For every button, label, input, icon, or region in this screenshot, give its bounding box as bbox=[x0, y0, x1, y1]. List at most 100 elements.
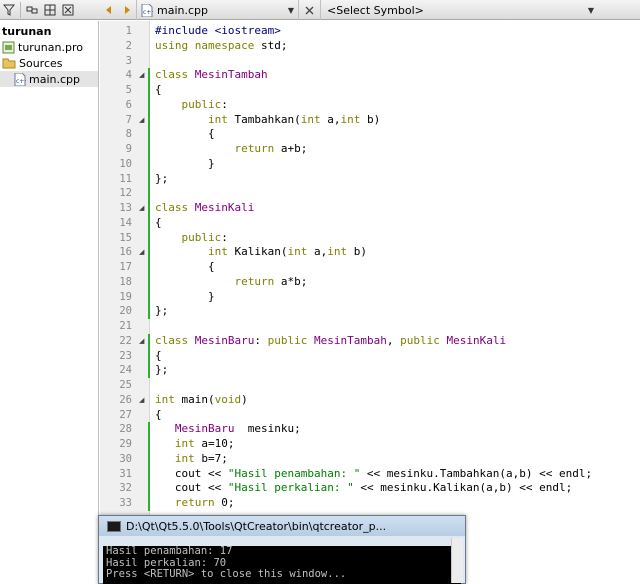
code-line[interactable]: 2 using namespace std; bbox=[0, 39, 640, 54]
code-line[interactable]: 33 return 0; bbox=[0, 496, 640, 511]
code-line[interactable]: 24}; bbox=[0, 363, 640, 378]
code-line[interactable]: 1 #include <iostream> bbox=[0, 24, 640, 39]
code-line[interactable]: 32 cout << "Hasil perkalian: " << mesink… bbox=[0, 481, 640, 496]
open-documents-combo[interactable]: c++ main.cpp ▼ bbox=[136, 0, 298, 20]
line-number: 9 bbox=[125, 143, 132, 155]
code-line[interactable]: 30 int b=7; bbox=[0, 451, 640, 467]
forward-arrow-icon[interactable] bbox=[118, 0, 136, 20]
link-with-editor-icon[interactable] bbox=[25, 3, 39, 17]
line-number: 25 bbox=[119, 379, 132, 391]
code-line[interactable]: 15 public: bbox=[0, 230, 640, 246]
line-number: 18 bbox=[119, 275, 132, 288]
line-number: 1 bbox=[125, 25, 132, 37]
code-line[interactable]: 13 ◢ class MesinKali bbox=[0, 201, 640, 216]
line-number: 10 bbox=[119, 157, 132, 170]
code-line[interactable]: 25 bbox=[0, 378, 640, 393]
fold-marker-icon[interactable]: ◢ bbox=[139, 68, 147, 83]
console-scrollbar[interactable] bbox=[451, 538, 463, 583]
code-text: using namespace std; bbox=[155, 38, 288, 52]
change-marker bbox=[148, 274, 150, 290]
code-line[interactable]: 14 { bbox=[0, 215, 640, 231]
code-line[interactable]: 17 { bbox=[0, 260, 640, 275]
code-line[interactable]: 12 bbox=[0, 186, 640, 201]
code-text: }; bbox=[155, 304, 169, 318]
code-line[interactable]: 28 MesinBaru mesinku; bbox=[0, 422, 640, 437]
symbol-combo[interactable]: <Select Symbol> ▼ bbox=[320, 0, 598, 20]
code-line[interactable]: 19 } bbox=[0, 289, 640, 305]
line-number: 11 bbox=[119, 172, 132, 185]
code-line[interactable]: 3 bbox=[0, 54, 640, 69]
line-number: 6 bbox=[125, 98, 132, 111]
change-marker bbox=[148, 186, 150, 201]
change-marker bbox=[148, 112, 150, 128]
change-marker bbox=[148, 348, 150, 364]
code-text: } bbox=[155, 289, 215, 303]
svg-text:c++: c++ bbox=[143, 9, 153, 16]
line-number: 23 bbox=[119, 349, 132, 362]
line-number: 27 bbox=[119, 408, 132, 421]
line-number: 24 bbox=[119, 364, 132, 377]
code-text: return a+b; bbox=[234, 142, 308, 155]
fold-marker-icon[interactable]: ◢ bbox=[139, 113, 147, 128]
console-title-bar[interactable]: D:\Qt\Qt5.5.0\Tools\QtCreator\bin\qtcrea… bbox=[99, 516, 465, 536]
change-marker bbox=[148, 142, 150, 157]
close-document-button[interactable] bbox=[298, 0, 320, 20]
code-text: { bbox=[155, 348, 162, 362]
code-line[interactable]: 9 return a+b; bbox=[0, 142, 640, 157]
code-text: int a=10; bbox=[174, 437, 235, 450]
code-text: public: bbox=[181, 97, 228, 111]
code-line[interactable]: 10 } bbox=[0, 156, 640, 172]
code-line[interactable]: 20}; bbox=[0, 304, 640, 319]
change-marker bbox=[148, 68, 150, 83]
fold-marker-icon[interactable]: ◢ bbox=[139, 201, 147, 216]
filter-icon[interactable] bbox=[2, 3, 16, 17]
change-marker bbox=[148, 156, 150, 172]
split-icon[interactable] bbox=[43, 3, 57, 17]
code-line[interactable]: 26 ◢ int main(void) bbox=[0, 393, 640, 408]
code-line[interactable]: 21 bbox=[0, 319, 640, 334]
code-line[interactable]: 29 int a=10; bbox=[0, 437, 640, 452]
code-text: MesinBaru mesinku; bbox=[174, 422, 301, 436]
code-line[interactable]: 16 ◢ int Kalikan(int a,int b) bbox=[0, 245, 640, 260]
fold-marker-icon[interactable]: ◢ bbox=[139, 334, 147, 349]
code-line[interactable]: 23 { bbox=[0, 348, 640, 364]
code-text: cout << "Hasil penambahan: " << mesinku.… bbox=[155, 466, 593, 480]
change-marker bbox=[148, 289, 150, 305]
close-sidebar-icon[interactable] bbox=[61, 3, 75, 17]
line-number: 26 bbox=[119, 393, 132, 406]
change-marker bbox=[148, 201, 150, 216]
line-number: 31 bbox=[119, 467, 132, 480]
line-number: 30 bbox=[119, 452, 132, 465]
code-text: int main(void) bbox=[155, 392, 248, 406]
code-text: int Kalikan(int a,int b) bbox=[207, 245, 367, 259]
console-line: Hasil penambahan: 17 bbox=[106, 546, 233, 557]
editor-toolbar: c++ main.cpp ▼ <Select Symbol> ▼ bbox=[0, 0, 640, 20]
code-line[interactable]: 31 cout << "Hasil penambahan: " << mesin… bbox=[0, 466, 640, 482]
fold-marker-icon[interactable]: ◢ bbox=[139, 393, 147, 408]
code-text: int b=7; bbox=[174, 451, 228, 465]
fold-marker-icon[interactable]: ◢ bbox=[139, 245, 147, 260]
code-line[interactable]: 6 public: bbox=[0, 97, 640, 113]
code-text: { bbox=[155, 260, 215, 273]
code-text: return 0; bbox=[174, 496, 235, 509]
code-line[interactable]: 8 { bbox=[0, 127, 640, 142]
code-text: cout << "Hasil perkalian: " << mesinku.K… bbox=[155, 481, 573, 495]
code-line[interactable]: 5{ bbox=[0, 83, 640, 98]
console-title: D:\Qt\Qt5.5.0\Tools\QtCreator\bin\qtcrea… bbox=[126, 519, 387, 533]
code-line[interactable]: 22 ◢ class MesinBaru: public MesinTambah, … bbox=[0, 333, 640, 349]
code-line[interactable]: 18 return a*b; bbox=[0, 274, 640, 290]
line-number: 13 bbox=[119, 202, 132, 214]
line-number: 14 bbox=[119, 216, 132, 229]
change-marker bbox=[148, 451, 150, 467]
change-marker bbox=[148, 481, 150, 496]
code-line[interactable]: 7 ◢ int Tambahkan(int a,int b) bbox=[0, 112, 640, 128]
cpp-file-icon: c++ bbox=[141, 3, 153, 17]
code-text: { bbox=[155, 215, 162, 229]
code-line[interactable]: 4 ◢ class MesinTambah bbox=[0, 68, 640, 83]
back-arrow-icon[interactable] bbox=[100, 0, 118, 20]
code-line[interactable]: 11}; bbox=[0, 171, 640, 187]
code-line[interactable]: 27 { bbox=[0, 408, 640, 423]
code-text: class MesinTambah bbox=[155, 68, 268, 82]
line-number: 15 bbox=[119, 231, 132, 244]
code-text: { bbox=[155, 127, 215, 141]
